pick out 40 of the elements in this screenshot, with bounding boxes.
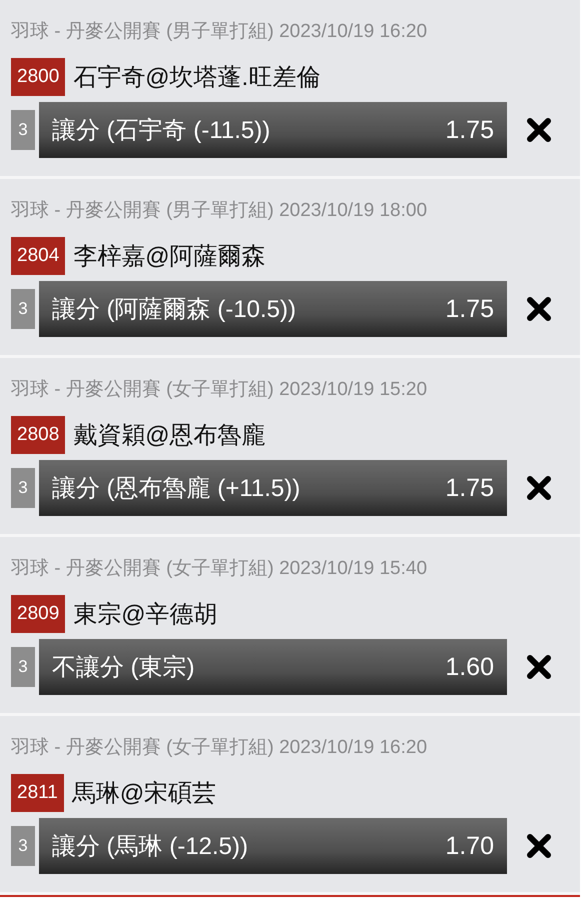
selection-label: 讓分 (恩布魯龐 (+11.5)) [52, 474, 300, 504]
event-header: 羽球 - 丹麥公開賽 (男子單打組) 2023/10/19 18:00 [11, 199, 428, 223]
odds-value: 1.75 [445, 474, 494, 502]
close-icon [526, 654, 552, 680]
odds-value: 1.75 [445, 116, 494, 144]
odds-value: 1.70 [445, 832, 494, 860]
match-title: 李梓嘉@阿薩爾森 [73, 242, 266, 272]
match-title: 東宗@辛德胡 [73, 600, 218, 630]
match-title: 戴資穎@恩布魯龐 [73, 421, 266, 451]
event-header: 羽球 - 丹麥公開賽 (男子單打組) 2023/10/19 16:20 [11, 20, 428, 44]
leg-count: 3 [11, 647, 35, 687]
match-code: 2809 [11, 595, 66, 633]
selection-label: 讓分 (石宇奇 (-11.5)) [52, 116, 270, 146]
event-header: 羽球 - 丹麥公開賽 (女子單打組) 2023/10/19 15:40 [11, 557, 428, 581]
close-icon [526, 117, 552, 143]
close-button[interactable] [526, 475, 552, 501]
leg-count: 3 [11, 826, 35, 866]
leg-count: 3 [11, 468, 35, 508]
leg-count: 3 [11, 110, 35, 150]
match-code: 2808 [11, 416, 66, 454]
match-title: 石宇奇@坎塔蓬.旺差倫 [73, 63, 320, 93]
close-button[interactable] [526, 117, 552, 143]
event-header: 羽球 - 丹麥公開賽 (女子單打組) 2023/10/19 16:20 [11, 736, 428, 760]
odds-value: 1.75 [445, 294, 494, 324]
close-button[interactable] [526, 833, 552, 859]
event-header: 羽球 - 丹麥公開賽 (女子單打組) 2023/10/19 15:20 [11, 378, 428, 402]
selection-label: 不讓分 (東宗) [52, 653, 195, 683]
match-code: 2804 [11, 237, 66, 275]
close-button[interactable] [526, 296, 552, 322]
match-code: 2800 [11, 58, 66, 96]
leg-count: 3 [11, 289, 35, 329]
match-code: 2811 [11, 774, 64, 812]
match-title: 馬琳@宋碩芸 [72, 779, 216, 809]
selection-label: 讓分 (馬琳 (-12.5)) [52, 832, 248, 862]
close-icon [526, 475, 552, 501]
close-button[interactable] [526, 654, 552, 680]
close-icon [526, 833, 552, 859]
odds-value: 1.60 [445, 652, 494, 682]
close-icon [526, 296, 552, 322]
selection-label: 讓分 (阿薩爾森 (-10.5)) [52, 295, 296, 325]
